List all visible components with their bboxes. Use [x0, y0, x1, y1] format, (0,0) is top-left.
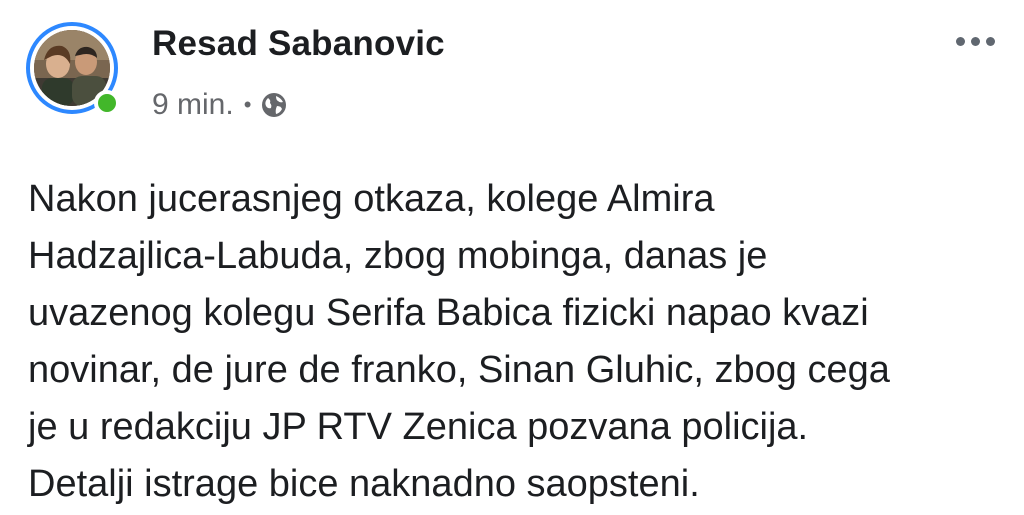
facebook-post: Resad Sabanovic 9 min. • Nakon jucerasnj…	[0, 0, 1024, 515]
globe-icon[interactable]	[259, 90, 289, 120]
post-meta: 9 min. •	[152, 85, 289, 125]
author-name[interactable]: Resad Sabanovic	[152, 24, 445, 64]
post-body-text: Nakon jucerasnjeg otkaza, kolege Almira …	[28, 178, 890, 505]
online-status-dot	[94, 90, 120, 116]
post-header: Resad Sabanovic 9 min. •	[0, 0, 1024, 140]
author-avatar-container[interactable]	[26, 22, 124, 120]
post-timestamp[interactable]: 9 min.	[152, 88, 234, 122]
meta-separator: •	[243, 92, 252, 117]
more-options-button[interactable]	[948, 26, 1002, 56]
more-horizontal-icon	[955, 36, 995, 46]
